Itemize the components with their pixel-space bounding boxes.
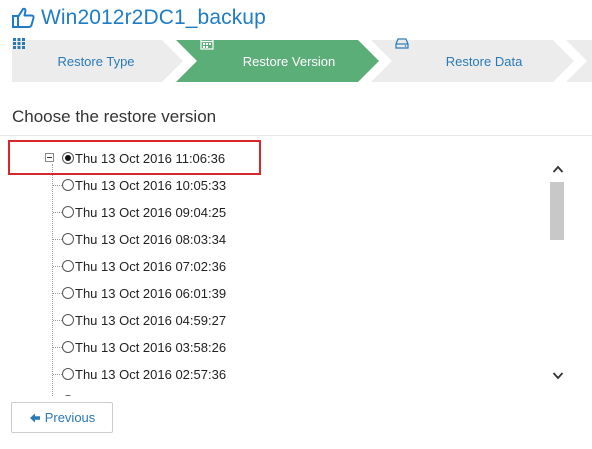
tree-scrollbar[interactable] <box>549 148 566 384</box>
previous-button-label: Previous <box>44 410 96 425</box>
version-label[interactable]: Thu 13 Oct 2016 07:02:36 <box>75 253 226 280</box>
radio-button[interactable] <box>62 260 74 272</box>
scrollbar-thumb[interactable] <box>550 182 564 240</box>
radio-button[interactable] <box>62 395 74 396</box>
version-label[interactable]: Thu 13 Oct 2016 08:03:34 <box>75 226 226 253</box>
selection-highlight <box>8 140 261 175</box>
page-title: Win2012r2DC1_backup <box>41 6 266 29</box>
tree-node-version[interactable]: Thu 13 Oct 2016 07:02:36 <box>0 253 540 280</box>
tree-node-version[interactable]: Thu 13 Oct 2016 03:58:26 <box>0 334 540 361</box>
version-label[interactable]: Thu 13 Oct 2016 02:57:36 <box>75 361 226 388</box>
chevron-up-icon[interactable] <box>549 160 566 178</box>
version-label[interactable]: Thu 13 Oct 2016 06:01:39 <box>75 280 226 307</box>
restore-wizard-page: Win2012r2DC1_backup Restore Type Restore… <box>0 0 592 449</box>
arrow-left-icon <box>29 412 41 424</box>
thumbs-up-icon <box>10 5 36 31</box>
wizard-step-restore-type[interactable]: Restore Type <box>0 36 190 86</box>
tree-node-version[interactable]: Thu 13 Oct 2016 02:57:36 <box>0 361 540 388</box>
radio-button[interactable] <box>62 287 74 299</box>
wizard-step-label: Restore Type <box>57 53 135 69</box>
page-header: Win2012r2DC1_backup <box>10 4 266 32</box>
chevron-down-icon[interactable] <box>549 367 566 385</box>
version-label[interactable]: Thu 13 Oct 2016 03:58:26 <box>75 334 226 361</box>
tree-node-version[interactable]: Thu 13 Oct 2016 10:05:33 <box>0 172 540 199</box>
tree-node-version[interactable]: Thu 13 Oct 2016 08:03:34 <box>0 226 540 253</box>
radio-button[interactable] <box>62 179 74 191</box>
wizard-step-restore-data[interactable]: Restore Data <box>365 36 580 86</box>
radio-button[interactable] <box>62 314 74 326</box>
previous-button[interactable]: Previous <box>11 402 113 433</box>
radio-button[interactable] <box>62 368 74 380</box>
version-tree: Thu 13 Oct 2016 11:06:36 Thu 13 Oct 2016… <box>0 138 592 396</box>
wizard-step-next-partial[interactable] <box>560 36 592 86</box>
grid-icon <box>13 38 53 68</box>
tree-node-version[interactable]: Thu 13 Oct 2016 09:04:25 <box>0 199 540 226</box>
radio-button[interactable] <box>62 206 74 218</box>
version-label[interactable]: Thu 13 Oct 2016 09:04:25 <box>75 199 226 226</box>
wizard-step-label: Restore Version <box>242 53 336 69</box>
radio-button[interactable] <box>62 233 74 245</box>
divider <box>0 135 592 136</box>
version-label[interactable]: Thu 13 Oct 2016 10:05:33 <box>75 172 226 199</box>
tree-node-version[interactable]: Thu 13 Oct 2016 04:59:27 <box>0 307 540 334</box>
wizard-step-restore-version[interactable]: Restore Version <box>170 36 385 86</box>
radio-button[interactable] <box>62 341 74 353</box>
tree-node-version-partial[interactable] <box>0 388 540 396</box>
calendar-icon <box>200 37 239 68</box>
section-heading: Choose the restore version <box>12 107 217 126</box>
hard-drive-icon <box>395 38 442 68</box>
wizard-step-label: Restore Data <box>445 53 523 69</box>
version-label[interactable]: Thu 13 Oct 2016 04:59:27 <box>75 307 226 334</box>
tree-node-version[interactable]: Thu 13 Oct 2016 06:01:39 <box>0 280 540 307</box>
wizard-steps: Restore Type Restore Version Restore Dat… <box>0 36 592 86</box>
